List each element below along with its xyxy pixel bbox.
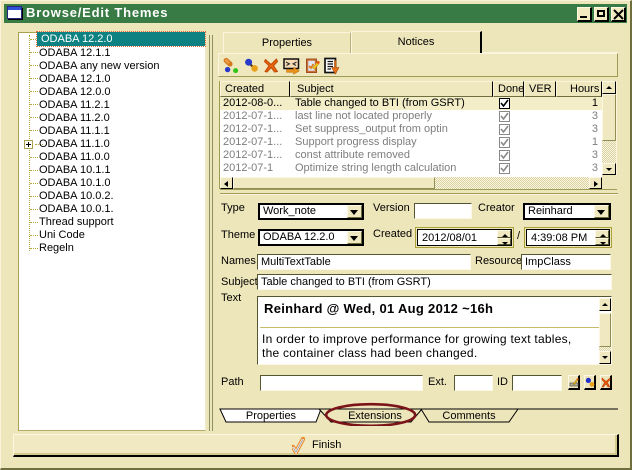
svg-text:Extensions: Extensions [348, 410, 402, 422]
svg-text:Comments: Comments [442, 410, 496, 422]
svg-text:Properties: Properties [246, 410, 297, 422]
